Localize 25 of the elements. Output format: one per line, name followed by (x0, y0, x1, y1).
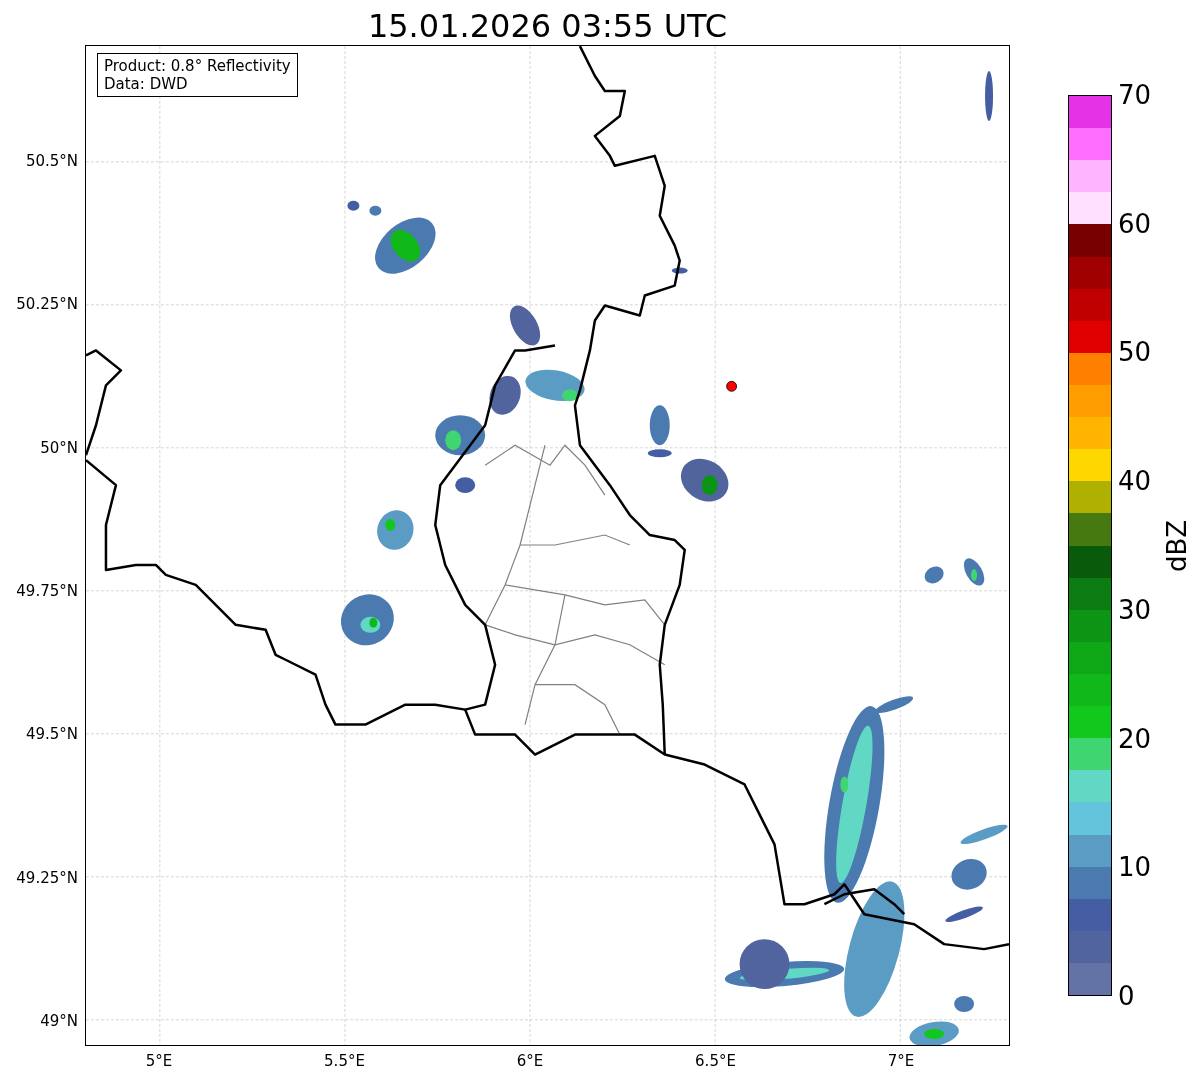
latitude-label: 50.25°N (16, 295, 78, 314)
info-text: Product: 0.8° Reflectivity (104, 57, 291, 75)
latitude-label: 49.5°N (25, 725, 78, 744)
colorbar-tick-label: 20 (1118, 723, 1152, 754)
colorbar-tick-label: 30 (1118, 594, 1152, 625)
location-marker (726, 380, 737, 392)
colorbar-label: dBZ (1162, 519, 1192, 572)
colorbar-tick-label: 10 (1118, 852, 1152, 883)
longitude-label: 5.5°E (324, 1052, 365, 1070)
latitude-label: 49.25°N (16, 868, 78, 887)
colorbar-tick-label: 70 (1118, 80, 1152, 110)
info-text: Data: DWD (104, 75, 189, 93)
latitude-label: 50°N (40, 438, 78, 457)
longitude-label: 6°E (516, 1052, 544, 1070)
longitude-label: 6.5°E (695, 1052, 736, 1070)
latitude-label: 49.75°N (16, 581, 78, 600)
longitude-label: 5°E (145, 1052, 173, 1070)
latitude-label: 50.5°N (25, 152, 78, 170)
latitude-label: 49°N (40, 1011, 78, 1030)
map-title: 15.01.2026 03:55 UTC (367, 7, 728, 45)
colorbar-tick-label: 50 (1118, 337, 1152, 368)
colorbar-tick-label: 60 (1118, 208, 1152, 239)
colorbar-tick-label: 0 (1118, 981, 1135, 1011)
longitude-label: 7°E (887, 1052, 915, 1070)
colorbar-tick-label: 40 (1118, 466, 1152, 497)
